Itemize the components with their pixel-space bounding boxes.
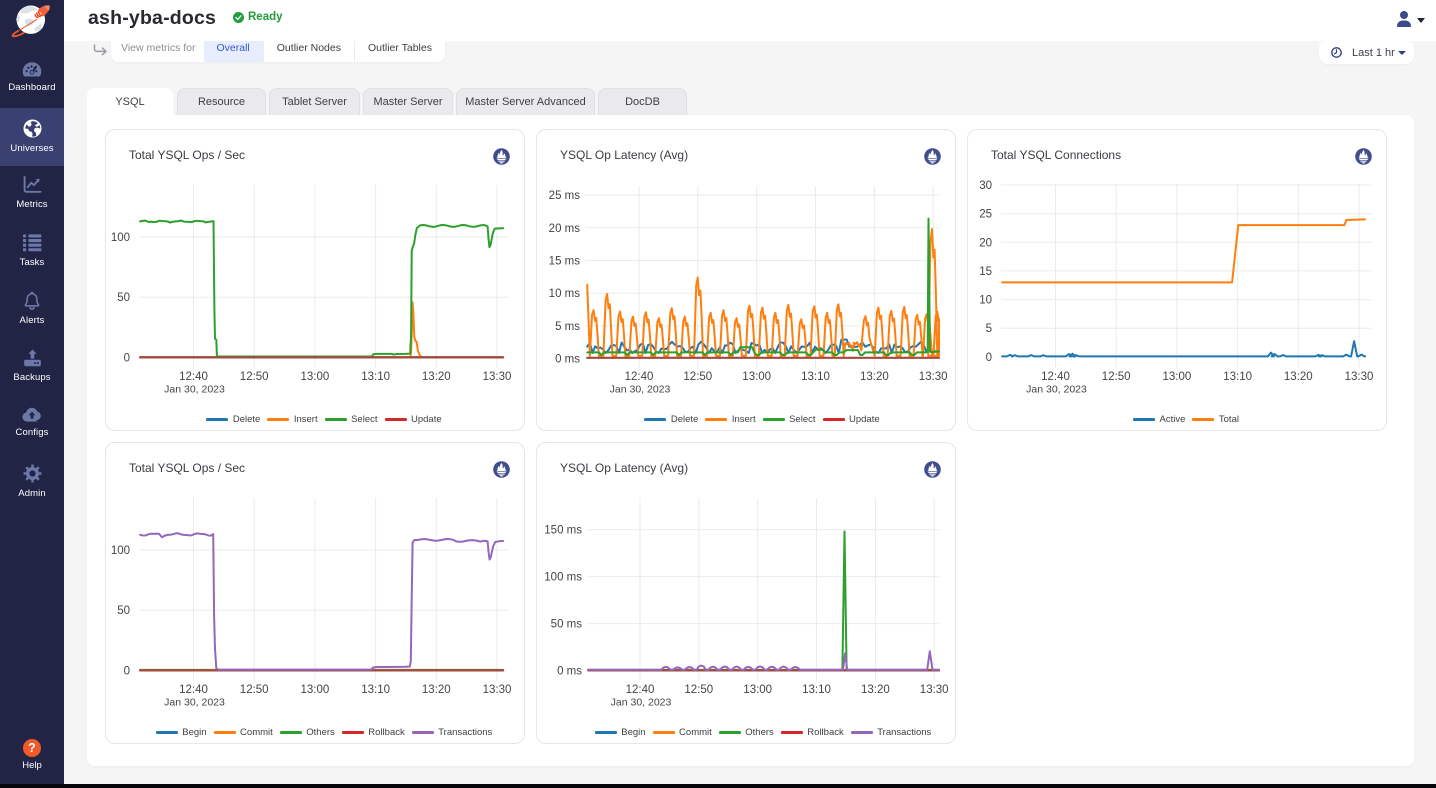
- svg-text:13:30: 13:30: [1345, 371, 1374, 383]
- svg-text:Jan 30, 2023: Jan 30, 2023: [164, 697, 225, 709]
- svg-text:5: 5: [986, 323, 992, 335]
- svg-text:13:30: 13:30: [483, 684, 512, 696]
- svg-text:Jan 30, 2023: Jan 30, 2023: [164, 384, 225, 396]
- svg-text:13:10: 13:10: [801, 371, 830, 383]
- svg-text:50: 50: [117, 605, 130, 617]
- svg-text:13:10: 13:10: [802, 684, 831, 696]
- svg-text:100: 100: [111, 545, 130, 557]
- svg-text:12:50: 12:50: [240, 371, 269, 383]
- svg-text:15 ms: 15 ms: [549, 256, 581, 268]
- svg-text:13:00: 13:00: [743, 684, 772, 696]
- svg-text:12:40: 12:40: [1041, 371, 1070, 383]
- svg-text:13:30: 13:30: [920, 684, 949, 696]
- svg-text:13:20: 13:20: [422, 684, 451, 696]
- svg-text:12:40: 12:40: [179, 371, 208, 383]
- svg-text:100: 100: [111, 232, 130, 244]
- svg-text:13:20: 13:20: [861, 684, 890, 696]
- svg-text:13:00: 13:00: [301, 371, 330, 383]
- svg-text:12:50: 12:50: [1102, 371, 1131, 383]
- svg-text:50 ms: 50 ms: [551, 619, 583, 631]
- svg-text:0: 0: [124, 353, 130, 365]
- svg-text:25 ms: 25 ms: [549, 190, 581, 202]
- svg-text:13:00: 13:00: [1163, 371, 1192, 383]
- svg-text:0: 0: [986, 352, 992, 364]
- svg-text:13:10: 13:10: [361, 684, 390, 696]
- svg-text:13:20: 13:20: [1284, 371, 1313, 383]
- svg-text:5 ms: 5 ms: [555, 321, 580, 333]
- svg-text:12:50: 12:50: [683, 371, 712, 383]
- svg-text:12:50: 12:50: [684, 684, 713, 696]
- svg-text:50: 50: [117, 292, 130, 304]
- svg-text:20 ms: 20 ms: [549, 223, 581, 235]
- svg-text:20: 20: [979, 237, 992, 249]
- svg-text:13:30: 13:30: [919, 371, 948, 383]
- svg-text:100 ms: 100 ms: [544, 572, 582, 584]
- svg-text:Jan 30, 2023: Jan 30, 2023: [1026, 384, 1087, 396]
- svg-text:Jan 30, 2023: Jan 30, 2023: [610, 384, 671, 396]
- svg-text:12:40: 12:40: [625, 371, 654, 383]
- svg-text:12:40: 12:40: [626, 684, 655, 696]
- svg-text:0 ms: 0 ms: [557, 666, 582, 678]
- svg-text:13:10: 13:10: [1223, 371, 1252, 383]
- svg-text:0 ms: 0 ms: [555, 354, 580, 366]
- svg-text:Jan 30, 2023: Jan 30, 2023: [611, 697, 672, 709]
- svg-text:13:30: 13:30: [483, 371, 512, 383]
- svg-text:10: 10: [979, 295, 992, 307]
- svg-text:13:20: 13:20: [422, 371, 451, 383]
- svg-text:150 ms: 150 ms: [544, 525, 582, 537]
- svg-text:0: 0: [124, 666, 130, 678]
- svg-text:13:00: 13:00: [301, 684, 330, 696]
- svg-text:15: 15: [979, 266, 992, 278]
- svg-text:30: 30: [979, 180, 992, 192]
- svg-text:25: 25: [979, 209, 992, 221]
- svg-text:13:10: 13:10: [361, 371, 390, 383]
- svg-text:13:00: 13:00: [742, 371, 771, 383]
- svg-text:12:40: 12:40: [179, 684, 208, 696]
- svg-text:12:50: 12:50: [240, 684, 269, 696]
- svg-text:13:20: 13:20: [860, 371, 889, 383]
- svg-text:10 ms: 10 ms: [549, 288, 581, 300]
